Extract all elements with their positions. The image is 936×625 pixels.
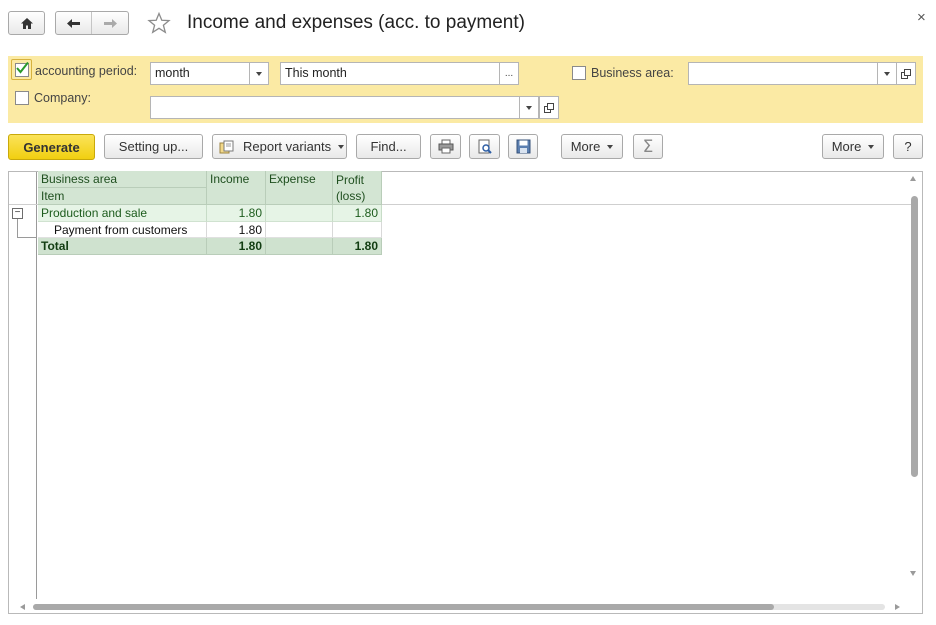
save-button[interactable] xyxy=(508,134,538,159)
accounting-period-label: accounting period: xyxy=(35,64,138,78)
total-row-profit: 1.80 xyxy=(333,238,382,255)
company-dropdown-button[interactable] xyxy=(519,96,539,119)
report-variants-icon xyxy=(219,140,235,154)
back-button[interactable] xyxy=(56,12,92,34)
header-business-area: Business area xyxy=(38,171,207,188)
sigma-icon: Σ xyxy=(642,136,654,157)
detail-row-income: 1.80 xyxy=(207,222,266,238)
save-icon xyxy=(516,139,531,154)
company-field[interactable] xyxy=(150,96,520,119)
period-type-dropdown-button[interactable] xyxy=(249,62,269,85)
star-icon[interactable] xyxy=(146,11,172,35)
help-button[interactable]: ? xyxy=(893,134,923,159)
setting-up-button[interactable]: Setting up... xyxy=(104,134,203,159)
chevron-down-icon xyxy=(884,71,890,76)
vertical-scroll-up-icon[interactable] xyxy=(910,176,916,181)
detail-row-profit xyxy=(333,222,382,238)
tree-line-horizontal xyxy=(17,237,37,238)
total-row-income: 1.80 xyxy=(207,238,266,255)
company-checkbox[interactable] xyxy=(15,91,29,105)
more-label-1: More xyxy=(570,139,601,154)
chevron-down-icon xyxy=(607,144,614,149)
header-item: Item xyxy=(38,188,207,205)
group-row-name[interactable]: Production and sale xyxy=(38,205,207,222)
close-icon[interactable]: × xyxy=(917,9,926,26)
home-icon xyxy=(20,17,34,30)
accounting-period-checkbox[interactable] xyxy=(15,61,29,77)
horizontal-scroll-left-icon[interactable] xyxy=(20,604,25,610)
period-type-field[interactable]: month xyxy=(150,62,250,85)
forward-button[interactable] xyxy=(92,12,128,34)
find-button[interactable]: Find... xyxy=(356,134,421,159)
vertical-scroll-down-icon[interactable] xyxy=(910,571,916,576)
header-income: Income xyxy=(207,171,266,205)
period-select-button[interactable]: ... xyxy=(499,62,519,85)
horizontal-scroll-thumb[interactable] xyxy=(33,604,774,610)
period-value-field[interactable]: This month xyxy=(280,62,500,85)
business-area-label: Business area: xyxy=(591,66,674,80)
generate-button[interactable]: Generate xyxy=(8,134,95,160)
chevron-down-icon xyxy=(338,144,345,149)
detail-row-expense xyxy=(266,222,333,238)
tree-line-vertical xyxy=(17,219,18,238)
open-window-icon xyxy=(901,68,911,79)
detail-row-name[interactable]: Payment from customers xyxy=(38,222,207,238)
checkmark-icon xyxy=(16,61,29,74)
vertical-scroll-thumb[interactable] xyxy=(911,196,918,477)
horizontal-scroll-right-icon[interactable] xyxy=(895,604,900,610)
page-title: Income and expenses (acc. to payment) xyxy=(187,12,525,33)
company-open-button[interactable] xyxy=(539,96,559,119)
print-preview-button[interactable] xyxy=(469,134,500,159)
more-label-2: More xyxy=(831,139,862,154)
group-row-income: 1.80 xyxy=(207,205,266,222)
header-profit: Profit (loss) xyxy=(333,171,382,205)
business-area-field[interactable] xyxy=(688,62,878,85)
sum-button[interactable]: Σ xyxy=(633,134,663,159)
more-button-1[interactable]: More xyxy=(561,134,623,159)
header-profit-line2: (loss) xyxy=(336,189,366,203)
business-area-checkbox[interactable] xyxy=(572,66,586,80)
business-area-dropdown-button[interactable] xyxy=(877,62,897,85)
header-profit-line1: Profit xyxy=(336,173,365,187)
business-area-open-button[interactable] xyxy=(896,62,916,85)
arrow-left-icon xyxy=(66,18,81,29)
collapse-toggle[interactable]: − xyxy=(12,208,23,219)
report-variants-button[interactable]: Report variants xyxy=(212,134,347,159)
arrow-right-icon xyxy=(103,18,118,29)
chevron-down-icon xyxy=(526,105,532,110)
chevron-down-icon xyxy=(256,71,262,76)
total-row-expense xyxy=(266,238,333,255)
report-variants-label: Report variants xyxy=(243,139,332,154)
chevron-down-icon xyxy=(868,144,875,149)
header-expense: Expense xyxy=(266,171,333,205)
open-window-icon xyxy=(544,102,554,113)
print-button[interactable] xyxy=(430,134,461,159)
home-button[interactable] xyxy=(8,11,45,35)
more-button-2[interactable]: More xyxy=(822,134,884,159)
print-preview-icon xyxy=(477,139,493,155)
total-row-name: Total xyxy=(38,238,207,255)
company-label: Company: xyxy=(34,91,91,105)
printer-icon xyxy=(438,139,454,154)
group-row-expense xyxy=(266,205,333,222)
group-row-profit: 1.80 xyxy=(333,205,382,222)
